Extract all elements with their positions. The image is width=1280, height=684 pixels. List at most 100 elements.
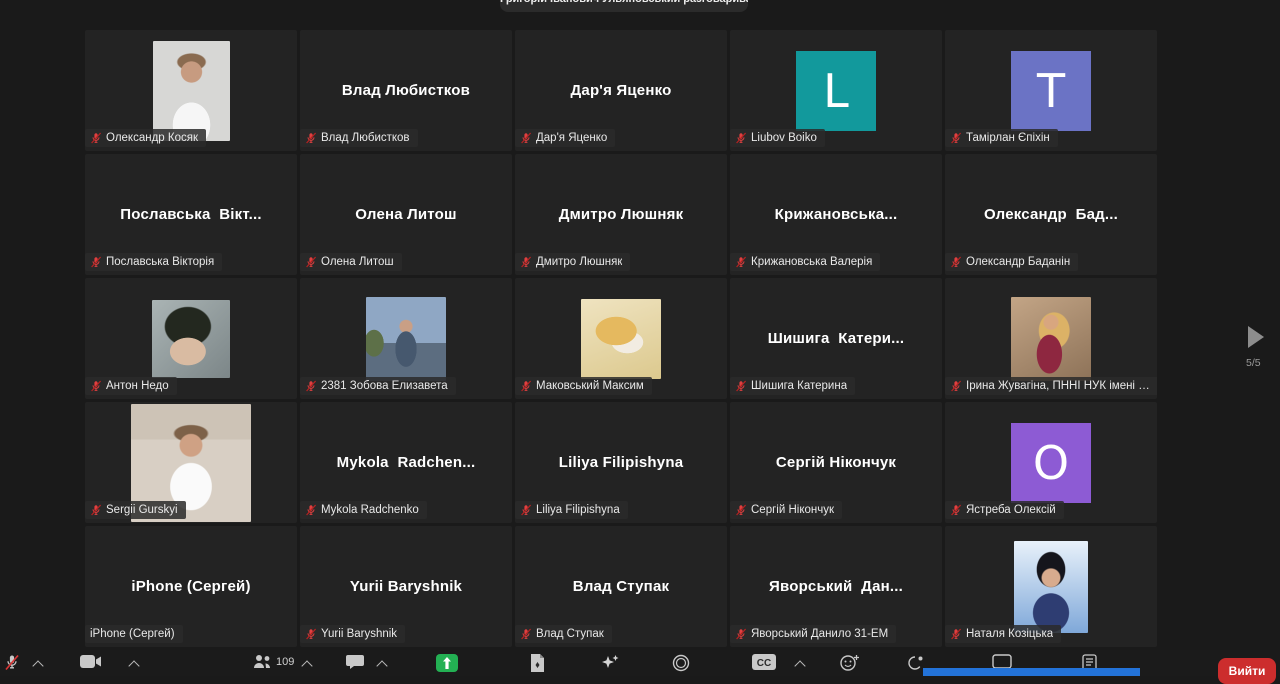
participants-options-chevron[interactable] bbox=[301, 660, 312, 671]
share-screen-icon bbox=[436, 654, 458, 672]
participant-tile[interactable]: Пославська Вікт... Пославська Вікторія bbox=[85, 154, 297, 275]
participant-name-text: Тамірлан Єпіхін bbox=[966, 132, 1050, 144]
participant-tile[interactable]: Олександр Косяк bbox=[85, 30, 297, 151]
participant-tile[interactable]: Наталя Козіцька bbox=[945, 526, 1157, 647]
video-button[interactable] bbox=[80, 654, 102, 669]
muted-mic-icon bbox=[305, 628, 317, 640]
whiteboard-icon bbox=[992, 654, 1012, 669]
participant-name-text: Влад Ступак bbox=[536, 628, 604, 640]
participant-tile[interactable]: Яворський Дан... Яворський Данило 31-ЕМ bbox=[730, 526, 942, 647]
taskbar-item-highlight[interactable] bbox=[923, 668, 1140, 676]
participant-name-text: Яворський Данило 31-ЕМ bbox=[751, 628, 888, 640]
participant-tile[interactable]: Сергій Нікончук Сергій Нікончук bbox=[730, 402, 942, 523]
participant-name-label: 2381 Зобова Елизавета bbox=[300, 377, 456, 395]
participant-name-text: Наталя Козіцька bbox=[966, 628, 1053, 640]
participant-tile[interactable]: Yurii Baryshnik Yurii Baryshnik bbox=[300, 526, 512, 647]
participant-tile[interactable]: Liliya Filipishyna Liliya Filipishyna bbox=[515, 402, 727, 523]
participant-name-text: Sergii Gurskyi bbox=[106, 504, 178, 516]
chat-options-chevron[interactable] bbox=[376, 660, 387, 671]
participant-display-name: Дар'я Яценко bbox=[571, 82, 672, 99]
muted-mic-icon bbox=[735, 380, 747, 392]
muted-mic-icon bbox=[520, 256, 532, 268]
muted-mic-icon bbox=[735, 628, 747, 640]
participant-name-label: Ястреба Олексій bbox=[945, 501, 1064, 519]
documents-icon bbox=[530, 654, 545, 672]
participant-name-text: 2381 Зобова Елизавета bbox=[321, 380, 448, 392]
ai-companion-button[interactable] bbox=[600, 654, 620, 672]
participant-name-text: Шишига Катерина bbox=[751, 380, 847, 392]
captions-button[interactable]: CC bbox=[752, 654, 776, 670]
participant-initial-avatar: T bbox=[1011, 51, 1091, 131]
video-options-chevron[interactable] bbox=[128, 660, 139, 671]
participant-photo bbox=[152, 300, 230, 378]
captions-options-chevron[interactable] bbox=[794, 660, 805, 671]
participant-tile[interactable]: Крижановська... Крижановська Валерія bbox=[730, 154, 942, 275]
participant-photo bbox=[153, 41, 230, 141]
participant-display-name: Яворський Дан... bbox=[769, 578, 903, 595]
participant-name-label: Влад Любистков bbox=[300, 129, 418, 147]
participant-tile[interactable]: Дар'я Яценко Дар'я Яценко bbox=[515, 30, 727, 151]
participant-tile[interactable]: Дмитро Люшняк Дмитро Люшняк bbox=[515, 154, 727, 275]
participant-name-label: Олена Литош bbox=[300, 253, 402, 271]
participant-display-name: Крижановська... bbox=[775, 206, 898, 223]
participant-tile[interactable]: Антон Недо bbox=[85, 278, 297, 399]
muted-mic-icon bbox=[90, 380, 102, 392]
whiteboard-button[interactable] bbox=[992, 654, 1012, 669]
participant-tile[interactable]: 2381 Зобова Елизавета bbox=[300, 278, 512, 399]
participant-grid: Олександр Косяк Влад Любистков Влад Люби… bbox=[85, 30, 1157, 647]
participant-name-text: iPhone (Сергей) bbox=[90, 628, 175, 640]
participant-tile[interactable]: Олександр Бад... Олександр Баданін bbox=[945, 154, 1157, 275]
zoom-meeting-window: { "meeting": { "speaking_banner": "Григо… bbox=[0, 0, 1280, 676]
muted-mic-icon bbox=[735, 256, 747, 268]
participant-tile[interactable]: Олена Литош Олена Литош bbox=[300, 154, 512, 275]
participant-tile[interactable]: Влад Ступак Влад Ступак bbox=[515, 526, 727, 647]
active-speaker-banner: Григорій Іванович Ульяновський разговари… bbox=[500, 0, 748, 12]
participant-name-label: Олександр Баданін bbox=[945, 253, 1078, 271]
muted-mic-icon bbox=[950, 504, 962, 516]
participant-photo bbox=[1014, 541, 1088, 633]
participant-name-label: Наталя Козіцька bbox=[945, 625, 1061, 643]
participant-name-label: Ірина Жувагіна, ПННІ НУК імені адмі... bbox=[945, 377, 1157, 395]
participant-tile[interactable]: O Ястреба Олексій bbox=[945, 402, 1157, 523]
participant-tile[interactable]: Ірина Жувагіна, ПННІ НУК імені адмі... bbox=[945, 278, 1157, 399]
reactions-button[interactable] bbox=[840, 654, 860, 671]
participant-tile[interactable]: Маковський Максим bbox=[515, 278, 727, 399]
participant-name-text: Дмитро Люшняк bbox=[536, 256, 622, 268]
documents-button[interactable] bbox=[530, 654, 545, 672]
record-button[interactable] bbox=[672, 654, 690, 672]
svg-text:CC: CC bbox=[757, 658, 771, 669]
participants-button[interactable]: 109 bbox=[253, 654, 294, 670]
next-page-arrow[interactable] bbox=[1248, 326, 1264, 348]
mic-options-chevron[interactable] bbox=[32, 660, 43, 671]
participant-name-label: Yurii Baryshnik bbox=[300, 625, 405, 643]
participant-display-name: Влад Ступак bbox=[573, 578, 669, 595]
ai-companion-icon bbox=[600, 654, 620, 672]
participant-name-label: Дар'я Яценко bbox=[515, 129, 615, 147]
muted-mic-icon bbox=[520, 504, 532, 516]
share-screen-button[interactable] bbox=[436, 654, 458, 672]
muted-mic-icon bbox=[305, 504, 317, 516]
participant-display-name: Yurii Baryshnik bbox=[350, 578, 462, 595]
participant-name-label: Олександр Косяк bbox=[85, 129, 206, 147]
participant-photo bbox=[366, 297, 446, 381]
participant-tile[interactable]: Sergii Gurskyi bbox=[85, 402, 297, 523]
record-icon bbox=[672, 654, 690, 672]
mute-button[interactable] bbox=[4, 654, 20, 671]
leave-meeting-button[interactable]: Вийти bbox=[1218, 658, 1276, 684]
participant-display-name: Влад Любистков bbox=[342, 82, 470, 99]
participant-tile[interactable]: Влад Любистков Влад Любистков bbox=[300, 30, 512, 151]
participant-display-name: Mykola Radchen... bbox=[337, 454, 476, 471]
muted-mic-icon bbox=[305, 380, 317, 392]
participant-name-text: Liubov Boiko bbox=[751, 132, 817, 144]
participant-tile[interactable]: Шишига Катери... Шишига Катерина bbox=[730, 278, 942, 399]
participant-name-text: Ірина Жувагіна, ПННІ НУК імені адмі... bbox=[966, 380, 1156, 392]
participants-count: 109 bbox=[276, 656, 294, 668]
participant-name-label: iPhone (Сергей) bbox=[85, 625, 183, 643]
participant-name-label: Сергій Нікончук bbox=[730, 501, 842, 519]
participant-tile[interactable]: iPhone (Сергей) iPhone (Сергей) bbox=[85, 526, 297, 647]
participant-tile[interactable]: T Тамірлан Єпіхін bbox=[945, 30, 1157, 151]
chat-button[interactable] bbox=[346, 654, 364, 670]
participant-tile[interactable]: L Liubov Boiko bbox=[730, 30, 942, 151]
participant-name-label: Mykola Radchenko bbox=[300, 501, 427, 519]
participant-tile[interactable]: Mykola Radchen... Mykola Radchenko bbox=[300, 402, 512, 523]
